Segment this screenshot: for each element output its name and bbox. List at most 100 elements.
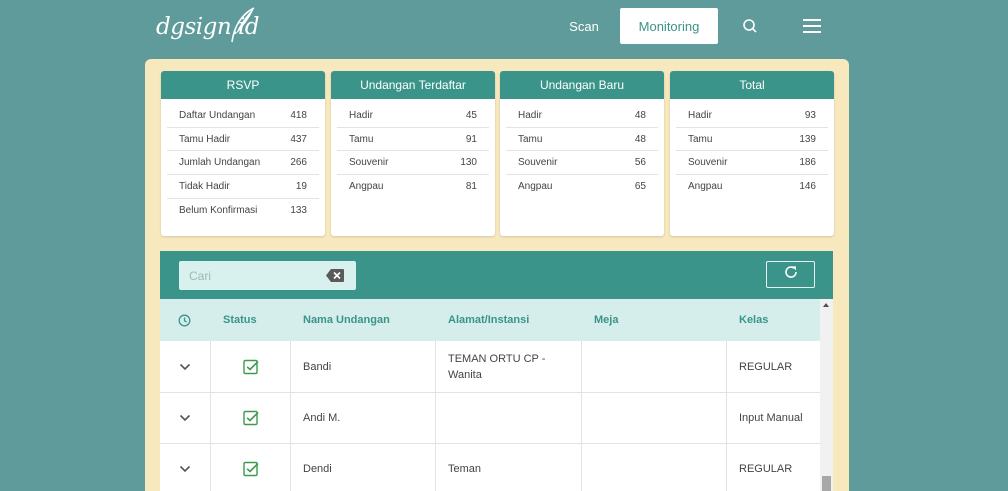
cell-meja: [582, 444, 727, 491]
chevron-down-icon[interactable]: [160, 393, 211, 443]
card-row-label: Tidak Hadir: [179, 180, 230, 192]
cell-kelas-text: REGULAR: [739, 360, 793, 373]
cell-nama: Dendi: [291, 444, 436, 491]
card-row: Tamu Hadir 437: [167, 128, 319, 152]
table-row[interactable]: Andi M. Input Manual: [160, 393, 820, 444]
card-row: Angpau 65: [506, 175, 658, 199]
cell-kelas-text: REGULAR: [739, 463, 793, 475]
card-row: Belum Konfirmasi 133: [167, 199, 319, 223]
clock-icon[interactable]: [178, 299, 191, 341]
cell-kelas-text: Input Manual: [739, 412, 803, 424]
card-row-label: Belum Konfirmasi: [179, 205, 258, 217]
card-row-label: Daftar Undangan: [179, 109, 256, 121]
card-row: Tamu 91: [337, 128, 489, 152]
card-title: Undangan Baru: [500, 71, 664, 99]
cell-kelas: REGULAR: [727, 444, 820, 491]
card-row: Souvenir 56: [506, 151, 658, 176]
cell-kelas: REGULAR: [727, 341, 820, 392]
card-row-value: 48: [634, 109, 646, 121]
stat-card-undangan-terdaftar: Undangan Terdaftar Hadir 45 Tamu 91 Souven…: [331, 71, 495, 236]
card-row-label: Jumlah Undangan: [179, 157, 261, 169]
card-row: Daftar Undangan 418: [167, 104, 319, 128]
card-row: Souvenir 186: [676, 151, 828, 176]
checkbox-checked-icon: [211, 444, 291, 491]
guest-table-panel: Status Nama Undangan Alamat/Instansi Mej…: [160, 251, 833, 491]
card-row-label: Angpau: [349, 181, 384, 193]
card-row: Jumlah Undangan 266: [167, 151, 319, 176]
card-row-value: 48: [634, 133, 646, 145]
hamburger-menu-icon[interactable]: [800, 14, 824, 38]
card-row-value: 56: [634, 157, 646, 169]
stat-card-undangan-baru: Undangan Baru Hadir 48 Tamu 48 Souvenir 56 …: [500, 71, 664, 236]
card-row-value: 139: [799, 133, 816, 145]
card-row-value: 45: [465, 109, 477, 121]
card-row: Tidak Hadir 19: [167, 175, 319, 199]
column-header-alamat[interactable]: Alamat/Instansi: [448, 299, 529, 341]
cell-alamat: Teman: [436, 444, 582, 491]
card-row-label: Tamu: [349, 133, 374, 145]
table-scrollbar[interactable]: [820, 299, 833, 491]
card-row-value: 91: [465, 133, 477, 145]
card-row: Hadir 45: [337, 104, 489, 128]
scroll-up-arrow-icon[interactable]: [823, 303, 829, 307]
card-row-value: 266: [290, 157, 307, 169]
search-icon[interactable]: [738, 14, 762, 38]
table-header: Status Nama Undangan Alamat/Instansi Mej…: [160, 299, 820, 341]
card-row-value: 65: [634, 181, 646, 193]
card-title: RSVP: [161, 71, 325, 99]
card-row: Hadir 93: [676, 104, 828, 128]
stat-card-rsvp: RSVP Daftar Undangan 418 Tamu Hadir 437 Ju…: [161, 71, 325, 236]
cell-alamat-text: Teman: [448, 463, 482, 475]
brand-logo[interactable]: dgsign.id: [156, 6, 260, 48]
nav-scan-link[interactable]: Scan: [560, 8, 608, 44]
card-row: Angpau 81: [337, 175, 489, 199]
card-row: Angpau 146: [676, 175, 828, 199]
refresh-button[interactable]: [766, 261, 815, 288]
card-row-value: 418: [290, 109, 307, 121]
card-title: Undangan Terdaftar: [331, 71, 495, 99]
card-row-label: Angpau: [688, 181, 723, 193]
cell-nama-text: Andi M.: [303, 412, 341, 424]
feather-icon: [231, 7, 255, 43]
cell-alamat-text: TEMAN ORTU CP - Wanita: [448, 352, 546, 381]
card-row-label: Souvenir: [518, 157, 558, 169]
card-row-label: Hadir: [688, 109, 712, 121]
scrollbar-thumb[interactable]: [822, 476, 831, 491]
card-row-label: Souvenir: [688, 157, 728, 169]
stat-card-total: Total Hadir 93 Tamu 139 Souvenir 186 Angpau…: [670, 71, 834, 236]
column-header-nama[interactable]: Nama Undangan: [303, 299, 390, 341]
card-row: Tamu 48: [506, 128, 658, 152]
backspace-clear-icon[interactable]: [326, 269, 344, 282]
card-row-label: Tamu: [518, 133, 543, 145]
card-row-value: 93: [804, 109, 816, 121]
column-header-status[interactable]: Status: [223, 299, 257, 341]
chevron-down-icon[interactable]: [160, 341, 211, 392]
cell-meja: [582, 393, 727, 443]
checkbox-checked-icon: [211, 341, 291, 392]
card-row-label: Souvenir: [349, 157, 389, 169]
card-row: Hadir 48: [506, 104, 658, 128]
card-row-value: 130: [460, 157, 477, 169]
card-title: Total: [670, 71, 834, 99]
search-box: [179, 261, 356, 290]
cell-nama: Andi M.: [291, 393, 436, 443]
table-toolbar: [160, 251, 833, 299]
card-row-value: 19: [295, 180, 307, 192]
cell-nama-text: Bandi: [303, 360, 332, 373]
card-row-label: Angpau: [518, 181, 553, 193]
column-header-kelas[interactable]: Kelas: [739, 299, 768, 341]
search-input[interactable]: [179, 261, 324, 290]
table-row[interactable]: Bandi TEMAN ORTU CP - Wanita REGULAR: [160, 341, 820, 393]
card-row-value: 81: [465, 181, 477, 193]
refresh-icon: [783, 264, 799, 285]
card-row-value: 186: [799, 157, 816, 169]
chevron-down-icon[interactable]: [160, 444, 211, 491]
checkbox-checked-icon: [211, 393, 291, 443]
card-row-value: 437: [290, 133, 307, 145]
card-row-label: Tamu Hadir: [179, 133, 231, 145]
nav-monitoring-link[interactable]: Monitoring: [620, 8, 718, 44]
column-header-meja[interactable]: Meja: [594, 299, 618, 341]
cell-nama-text: Dendi: [303, 463, 332, 475]
table-row[interactable]: Dendi Teman REGULAR: [160, 444, 820, 491]
card-row-label: Tamu: [688, 133, 713, 145]
